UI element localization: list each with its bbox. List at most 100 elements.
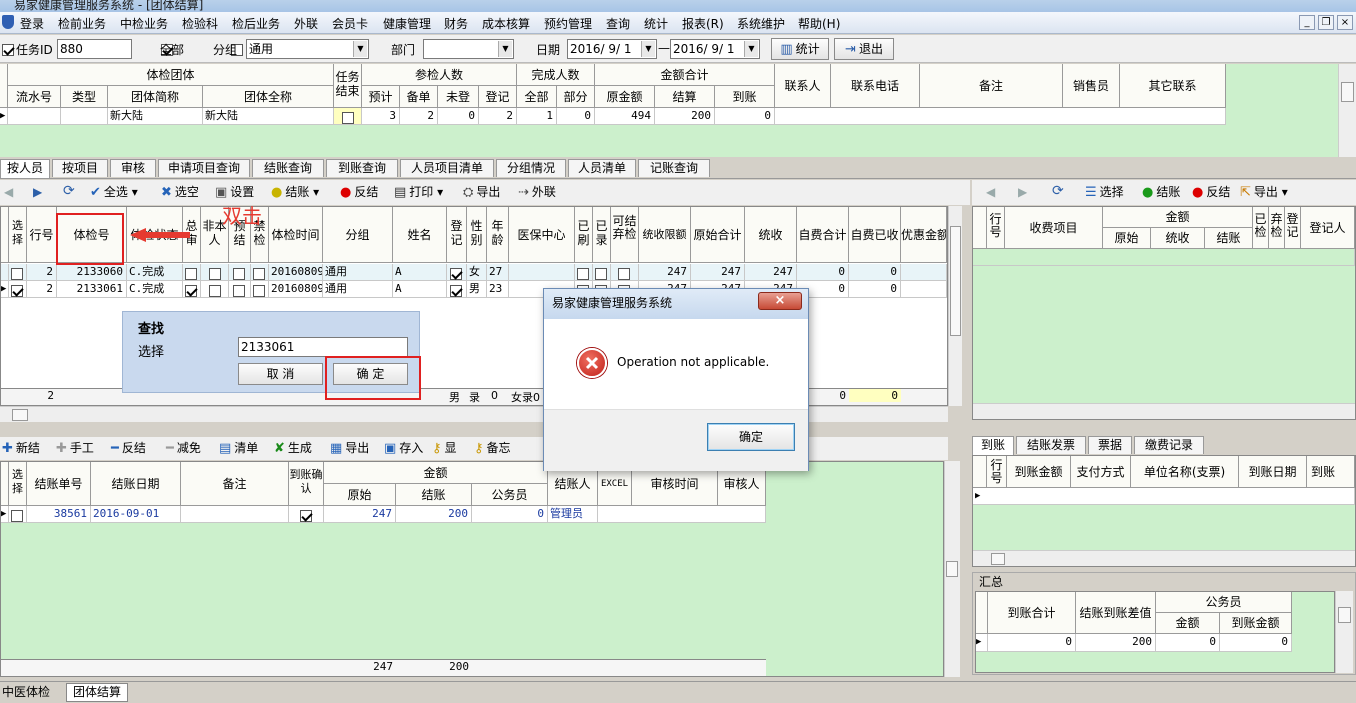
menu-post-exam[interactable]: 检后业务: [232, 15, 280, 32]
settle-select-cell[interactable]: [9, 506, 27, 523]
stats-button[interactable]: ▥ 统计: [771, 38, 829, 60]
menu-stats[interactable]: 统计: [644, 15, 668, 32]
pre-settle-checkbox[interactable]: [233, 285, 245, 297]
register-cell[interactable]: [447, 264, 467, 281]
find-input[interactable]: 2133061: [238, 337, 408, 357]
menu-appointment[interactable]: 预约管理: [544, 15, 592, 32]
task-id-checkbox[interactable]: [2, 43, 14, 56]
menu-member-card[interactable]: 会员卡: [332, 15, 368, 32]
menu-lab[interactable]: 检验科: [182, 15, 218, 32]
arrow-right-icon[interactable]: ▶: [33, 184, 42, 200]
not-self-checkbox[interactable]: [209, 268, 221, 280]
select-cell[interactable]: [9, 281, 27, 298]
can-drop-cell[interactable]: [611, 264, 639, 281]
menu-health-mgmt[interactable]: 健康管理: [383, 15, 431, 32]
menu-pre-exam[interactable]: 检前业务: [58, 15, 106, 32]
tab-person-item-list[interactable]: 人员项目清单: [400, 159, 494, 177]
close-icon[interactable]: ×: [1337, 15, 1353, 30]
menu-cost[interactable]: 成本核算: [482, 15, 530, 32]
bottom-export-button[interactable]: ▦ 导出: [330, 440, 369, 456]
arrow-left-icon[interactable]: ◀: [4, 184, 13, 200]
manual-button[interactable]: ✚ 手工: [56, 440, 94, 456]
scroll-thumb[interactable]: [1338, 607, 1351, 623]
table-row[interactable]: ▶ 0 200 0 0: [976, 634, 1292, 652]
recorded-checkbox[interactable]: [595, 268, 607, 280]
row-select-checkbox[interactable]: [11, 285, 23, 297]
scroll-thumb[interactable]: [991, 553, 1005, 565]
arrive-confirm-cell[interactable]: [289, 506, 324, 523]
tab-settle-invoice[interactable]: 结账发票: [1016, 436, 1086, 454]
charge-unsettle-button[interactable]: ● 反结: [1192, 184, 1230, 200]
task-id-input[interactable]: 880: [57, 39, 132, 59]
charge-settle-button[interactable]: ● 结账: [1142, 184, 1180, 200]
pre-settle-checkbox[interactable]: [233, 268, 245, 280]
new-settle-button[interactable]: ✚ 新结: [2, 440, 40, 456]
table-row[interactable]: [973, 249, 1355, 266]
scroll-thumb[interactable]: [12, 409, 28, 421]
register-checkbox[interactable]: [450, 285, 462, 297]
tab-arrive[interactable]: 到账: [972, 436, 1014, 455]
generate-button[interactable]: ✘ 生成: [274, 440, 312, 456]
forbid-cell[interactable]: [251, 264, 269, 281]
group-table-scrollbar[interactable]: [1338, 64, 1356, 157]
arrive-table-hscroll[interactable]: [973, 550, 1355, 566]
show-button[interactable]: ⚷ 显: [432, 440, 457, 456]
swiped-checkbox[interactable]: [577, 268, 589, 280]
save-button[interactable]: ▣ 存入: [384, 440, 423, 456]
tab-arrive-query[interactable]: 到账查询: [326, 159, 398, 177]
tab-receipt[interactable]: 票据: [1088, 436, 1132, 454]
tab-by-item[interactable]: 按项目: [52, 159, 108, 177]
exam-number-cell[interactable]: 2133061: [57, 281, 127, 298]
tab-group-settlement[interactable]: 团体结算: [66, 683, 128, 702]
export-button[interactable]: ⛭ 导出: [463, 184, 500, 200]
summary-vscroll[interactable]: [1335, 591, 1353, 673]
tab-group-status[interactable]: 分组情况: [496, 159, 566, 177]
person-table-vscroll[interactable]: [948, 206, 962, 406]
menu-help[interactable]: 帮助(H): [798, 15, 840, 32]
minimize-icon[interactable]: _: [1299, 15, 1315, 30]
charge-export-button[interactable]: ⇱ 导出 ▾: [1240, 184, 1288, 200]
exam-number-cell[interactable]: 2133060: [57, 264, 127, 281]
task-end-checkbox[interactable]: [342, 112, 354, 124]
date-to-picker[interactable]: 2016/ 9/ 1 ▼: [670, 39, 760, 59]
task-end-cell[interactable]: [334, 108, 362, 125]
arrow-right-icon[interactable]: ▶: [1018, 184, 1027, 200]
settle-button[interactable]: ● 结账 ▾: [271, 184, 319, 200]
settings-button[interactable]: ▣ 设置: [215, 184, 254, 200]
date-from-picker[interactable]: 2016/ 9/ 1 ▼: [567, 39, 657, 59]
can-drop-checkbox[interactable]: [618, 268, 630, 280]
final-audit-cell[interactable]: [183, 281, 201, 298]
row-select-checkbox[interactable]: [11, 268, 23, 280]
forbid-checkbox[interactable]: [253, 268, 265, 280]
restore-icon[interactable]: ❐: [1318, 15, 1334, 30]
bottom-unsettle-button[interactable]: ━ 反结: [111, 440, 146, 456]
memo-button[interactable]: ⚷ 备忘: [474, 440, 511, 456]
menu-mid-exam[interactable]: 中检业务: [120, 15, 168, 32]
refresh-icon[interactable]: ⟳: [63, 183, 75, 199]
forbid-checkbox[interactable]: [253, 285, 265, 297]
tab-tcm-exam[interactable]: 中医体检: [2, 684, 62, 702]
group-select[interactable]: 通用 ▼: [246, 39, 369, 59]
splitter[interactable]: [962, 206, 972, 420]
tab-audit[interactable]: 审核: [110, 159, 156, 177]
tab-account-query[interactable]: 记账查询: [638, 159, 710, 177]
settle-select-checkbox[interactable]: [11, 510, 23, 522]
scroll-thumb[interactable]: [1341, 82, 1354, 102]
scroll-thumb[interactable]: [946, 561, 958, 577]
pre-settle-cell[interactable]: [229, 264, 251, 281]
table-row[interactable]: ▶: [973, 488, 1355, 505]
list-button[interactable]: ▤ 清单: [219, 440, 258, 456]
scroll-thumb[interactable]: [950, 226, 961, 336]
tab-by-person[interactable]: 按人员: [0, 159, 50, 178]
menu-query[interactable]: 查询: [606, 15, 630, 32]
charge-table-hscroll[interactable]: [973, 403, 1355, 419]
outreach-button[interactable]: ⇢ 外联: [518, 184, 556, 200]
menu-outreach[interactable]: 外联: [294, 15, 318, 32]
tab-payment-record[interactable]: 缴费记录: [1134, 436, 1204, 454]
final-audit-cell[interactable]: [183, 264, 201, 281]
menu-system[interactable]: 系统维护: [737, 15, 785, 32]
not-self-cell[interactable]: [201, 281, 229, 298]
menu-report[interactable]: 报表(R): [682, 15, 724, 32]
arrow-left-icon[interactable]: ◀: [986, 184, 995, 200]
register-checkbox[interactable]: [450, 268, 462, 280]
